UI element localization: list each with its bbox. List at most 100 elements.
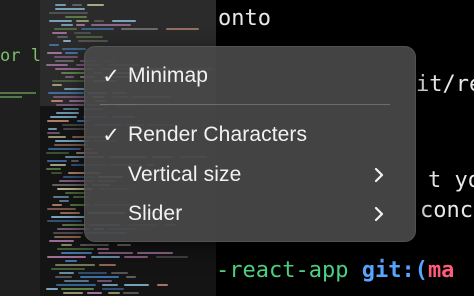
minimap-code-line <box>121 28 158 30</box>
minimap-code-line <box>63 40 71 42</box>
minimap-code-line <box>54 236 81 238</box>
minimap-code-line <box>51 100 63 102</box>
minimap-code-line <box>57 36 68 38</box>
minimap-code-line <box>111 272 128 274</box>
prompt-git-branch: ma <box>427 258 455 283</box>
terminal-line: t you <box>428 168 474 193</box>
minimap-code-line <box>52 204 62 206</box>
minimap-code-line <box>124 256 148 258</box>
minimap-code-line <box>51 268 85 270</box>
minimap-code-line <box>47 120 69 122</box>
minimap-code-line <box>55 264 95 266</box>
minimap-code-line <box>97 248 109 250</box>
minimap-code-line <box>65 76 74 78</box>
minimap-code-line <box>78 272 107 274</box>
minimap-code-line <box>46 168 61 170</box>
minimap-code-line <box>48 136 66 138</box>
minimap-code-line <box>76 24 85 26</box>
minimap-code-line <box>108 292 120 294</box>
minimap-code-line <box>54 144 88 146</box>
terminal-line: conc <box>420 198 473 223</box>
minimap-code-line <box>63 108 79 110</box>
terminal-line-cutoff <box>366 288 466 296</box>
minimap-code-line <box>56 284 96 286</box>
minimap-code-line <box>55 4 66 6</box>
minimap-code-line <box>51 216 85 218</box>
minimap-code-line <box>91 256 120 258</box>
minimap-code-line <box>137 252 173 254</box>
minimap-code-line <box>50 164 66 166</box>
minimap-code-line <box>49 240 74 242</box>
minimap-code-line <box>54 28 77 30</box>
minimap-code-line <box>46 152 69 154</box>
menu-item-vertical-size[interactable]: Vertical size <box>84 158 416 192</box>
minimap-code-line <box>63 292 83 294</box>
minimap-context-menu: ✓ Minimap ✓ Render Characters Vertical s… <box>84 46 416 242</box>
minimap-code-line <box>64 88 85 90</box>
prompt-git-label: git:( <box>361 258 428 283</box>
minimap-code-line <box>52 32 67 34</box>
minimap-code-line <box>49 20 72 22</box>
checkmark-icon: ✓ <box>102 123 120 147</box>
minimap-code-line <box>57 248 94 250</box>
minimap-code-line <box>94 20 104 22</box>
minimap-code-line <box>78 40 108 42</box>
terminal-line: onto <box>218 6 271 31</box>
minimap-code-line <box>166 28 199 30</box>
minimap-code-line <box>87 4 104 6</box>
minimap-code-line <box>50 116 77 118</box>
minimap-code-line <box>48 128 57 130</box>
checkmark-icon: ✓ <box>102 64 120 88</box>
minimap-code-line <box>112 20 136 22</box>
minimap-code-line <box>60 212 80 214</box>
minimap-code-line <box>53 96 88 98</box>
editor-code-fragment: or l <box>0 46 41 66</box>
editor-code-underline <box>0 92 36 94</box>
minimap-code-line <box>55 60 74 62</box>
minimap-code-line <box>52 184 88 186</box>
minimap-code-line <box>74 32 91 34</box>
minimap-code-line <box>53 196 69 198</box>
minimap-code-line <box>71 160 79 162</box>
chevron-right-icon <box>374 206 384 222</box>
minimap-code-line <box>62 48 86 50</box>
minimap-code-line <box>80 276 119 278</box>
minimap-code-line <box>65 260 77 262</box>
minimap-code-line <box>62 224 86 226</box>
minimap-code-line <box>117 244 131 246</box>
minimap-code-line <box>91 24 131 26</box>
minimap-code-line <box>80 244 109 246</box>
terminal-line: it/re <box>416 72 474 97</box>
minimap-code-line <box>61 24 73 26</box>
minimap-code-line <box>81 28 114 30</box>
menu-item-render-characters[interactable]: ✓ Render Characters <box>84 118 416 152</box>
minimap-code-line <box>102 284 118 286</box>
terminal-prompt: -react-app git:(ma <box>216 258 454 283</box>
menu-item-label: Vertical size <box>128 163 242 186</box>
minimap-code-line <box>59 272 74 274</box>
minimap-code-line <box>61 252 92 254</box>
minimap-code-line <box>55 276 72 278</box>
menu-item-label: Slider <box>128 202 183 225</box>
minimap-code-line <box>52 84 62 86</box>
minimap-code-line <box>47 220 82 222</box>
minimap-code-line <box>61 72 86 74</box>
minimap-code-line <box>156 256 188 258</box>
editor-pane[interactable]: or l <box>0 0 41 296</box>
minimap-code-line <box>157 284 168 286</box>
minimap-code-line <box>53 232 83 234</box>
menu-item-slider[interactable]: Slider <box>84 197 416 231</box>
minimap-code-line <box>124 284 149 286</box>
minimap-code-line <box>47 52 62 54</box>
menu-item-minimap[interactable]: ✓ Minimap <box>84 59 416 93</box>
minimap-code-line <box>99 264 116 266</box>
minimap-code-line <box>126 276 136 278</box>
minimap-code-line <box>65 16 87 18</box>
minimap-code-line <box>46 64 68 66</box>
minimap-code-line <box>61 244 72 246</box>
editor-code-underline <box>0 96 22 98</box>
minimap-code-line <box>47 132 60 134</box>
minimap-code-line <box>56 104 84 106</box>
minimap-code-line <box>55 8 85 10</box>
menu-separator <box>100 104 390 105</box>
